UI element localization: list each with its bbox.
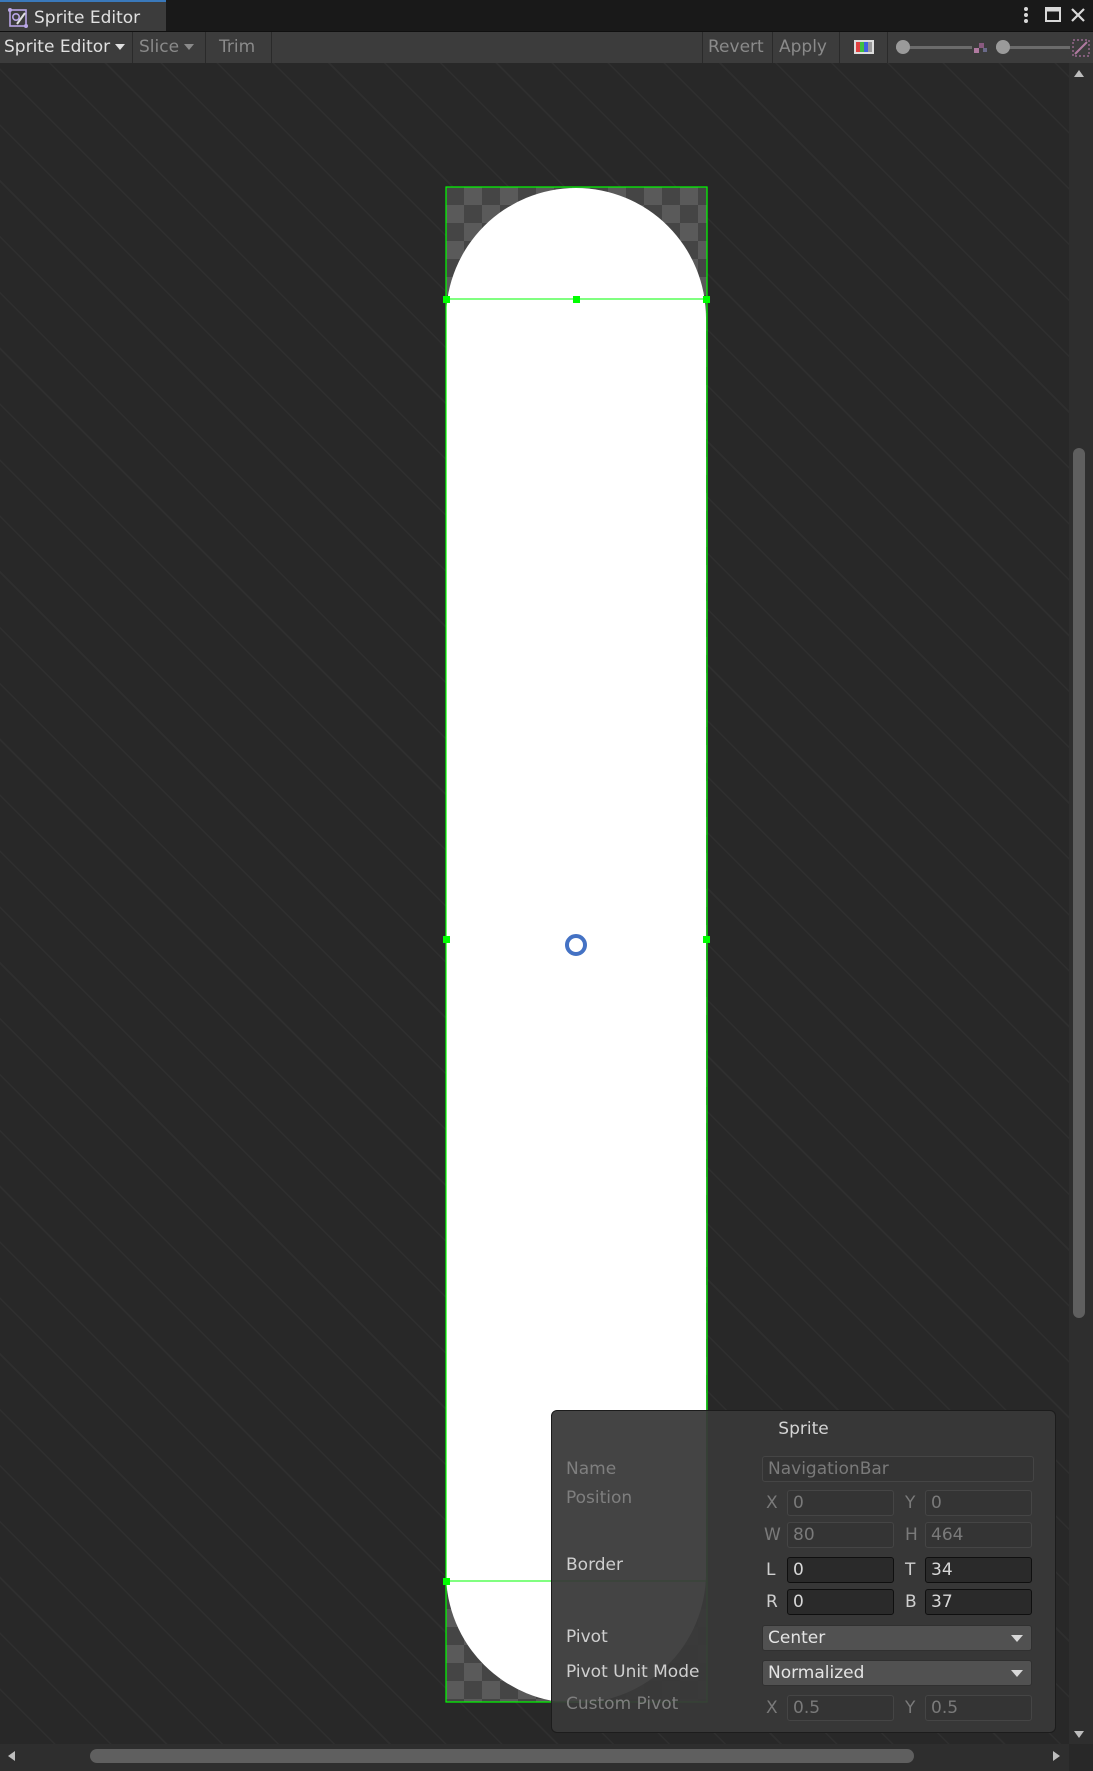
scroll-left-icon[interactable] [8, 1751, 15, 1761]
slice-dropdown[interactable]: Slice [133, 32, 206, 63]
name-field[interactable]: NavigationBar [762, 1456, 1034, 1482]
border-b-label: B [905, 1592, 917, 1612]
pivot-dropdown[interactable]: Center [762, 1625, 1032, 1651]
pivot-dropdown-value: Center [768, 1628, 826, 1648]
handle-bottom-left[interactable] [443, 1578, 450, 1585]
sprite-inspector-panel: Sprite Name NavigationBar Position X 0 Y… [551, 1410, 1056, 1733]
position-w-label: W [764, 1525, 781, 1545]
apply-label: Apply [779, 37, 827, 57]
revert-button[interactable]: Revert [702, 32, 773, 63]
tab-title: Sprite Editor [34, 8, 141, 28]
trim-button[interactable]: Trim [206, 32, 272, 63]
trim-label: Trim [219, 37, 256, 57]
handle-top-right[interactable] [703, 296, 710, 303]
position-y-field[interactable]: 0 [925, 1490, 1032, 1516]
slice-label: Slice [139, 37, 180, 57]
position-y-label: Y [905, 1493, 916, 1513]
border-r-label: R [766, 1592, 778, 1612]
position-w-field[interactable]: 80 [787, 1522, 894, 1548]
pivot-unit-mode-label: Pivot Unit Mode [566, 1662, 700, 1682]
sprite-editor-icon [8, 8, 28, 28]
tab-sprite-editor[interactable]: Sprite Editor [0, 0, 166, 31]
border-l-label: L [766, 1560, 776, 1580]
chevron-down-icon [1011, 1670, 1023, 1677]
pivot-unit-mode-dropdown[interactable]: Normalized [762, 1660, 1032, 1686]
position-label: Position [566, 1488, 633, 1508]
custom-pivot-y-field[interactable]: 0.5 [925, 1695, 1032, 1721]
handle-top-left[interactable] [443, 296, 450, 303]
handle-mid-left[interactable] [443, 936, 450, 943]
handle-top-center[interactable] [573, 296, 580, 303]
mode-dropdown[interactable]: Sprite Editor [0, 32, 133, 63]
name-label: Name [566, 1459, 617, 1479]
mip-slider-handle[interactable] [996, 40, 1010, 54]
pivot-unit-mode-value: Normalized [768, 1663, 865, 1683]
horizontal-scroll-thumb[interactable] [90, 1749, 914, 1763]
custom-pivot-x-label: X [766, 1698, 778, 1718]
border-b-field[interactable]: 37 [925, 1589, 1032, 1615]
position-x-field[interactable]: 0 [787, 1490, 894, 1516]
mipmap-small-icon [974, 43, 987, 53]
more-vertical-icon[interactable] [1014, 3, 1038, 27]
close-icon[interactable] [1066, 3, 1090, 27]
border-t-field[interactable]: 34 [925, 1557, 1032, 1583]
chevron-down-icon [115, 44, 126, 50]
vertical-scroll-thumb[interactable] [1073, 448, 1085, 1318]
color-channels-icon [854, 40, 874, 54]
mipmap-large-icon [1072, 39, 1090, 57]
pivot-handle-icon[interactable] [565, 934, 587, 956]
position-h-label: H [905, 1525, 918, 1545]
custom-pivot-x-field[interactable]: 0.5 [787, 1695, 894, 1721]
color-channels-button[interactable] [840, 32, 888, 63]
position-x-label: X [766, 1493, 778, 1513]
maximize-icon[interactable] [1041, 3, 1065, 27]
custom-pivot-label: Custom Pivot [566, 1694, 679, 1714]
scroll-right-icon[interactable] [1053, 1751, 1060, 1761]
border-label: Border [566, 1555, 623, 1575]
custom-pivot-y-label: Y [905, 1698, 916, 1718]
scroll-up-icon[interactable] [1074, 70, 1084, 77]
chevron-down-icon [1011, 1635, 1023, 1642]
handle-mid-right[interactable] [703, 936, 710, 943]
window-titlebar: Sprite Editor [0, 0, 1093, 32]
revert-label: Revert [708, 37, 764, 57]
border-r-field[interactable]: 0 [787, 1589, 894, 1615]
toolbar: Sprite Editor Slice Trim Revert Apply [0, 32, 1093, 64]
apply-button[interactable]: Apply [773, 32, 840, 63]
border-l-field[interactable]: 0 [787, 1557, 894, 1583]
panel-title: Sprite [778, 1419, 829, 1439]
mode-dropdown-label: Sprite Editor [4, 37, 111, 57]
scroll-down-icon[interactable] [1074, 1731, 1084, 1738]
zoom-slider-handle[interactable] [896, 40, 910, 54]
border-t-label: T [905, 1560, 916, 1580]
pivot-label: Pivot [566, 1627, 608, 1647]
chevron-down-icon [184, 44, 195, 50]
position-h-field[interactable]: 464 [925, 1522, 1032, 1548]
